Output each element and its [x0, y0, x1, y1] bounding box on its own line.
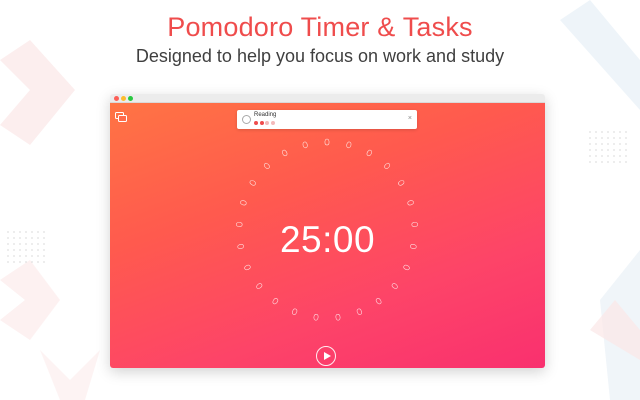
maximize-button[interactable]	[128, 95, 133, 101]
timer-tick	[244, 264, 251, 271]
timer-tick	[302, 141, 308, 149]
timer-tick	[256, 283, 263, 289]
timer-tick	[391, 283, 398, 289]
window-titlebar	[110, 94, 545, 103]
timer-tick	[398, 180, 405, 186]
timer-tick	[263, 162, 270, 169]
timer-tick	[335, 314, 341, 321]
timer-tick	[375, 298, 382, 305]
timer-tick	[292, 308, 298, 315]
play-button[interactable]	[316, 346, 336, 366]
timer-tick	[366, 149, 373, 157]
timer-tick	[407, 200, 414, 206]
promo-title: Pomodoro Timer & Tasks	[167, 12, 473, 42]
timer-tick	[249, 180, 256, 186]
minimize-button[interactable]	[121, 95, 126, 101]
timer-tick	[313, 314, 319, 321]
play-icon	[324, 352, 331, 360]
timer-tick	[356, 308, 362, 315]
promo-subtitle: Designed to help you focus on work and s…	[135, 46, 505, 66]
timer-tick	[384, 162, 391, 169]
timer-tick	[403, 264, 410, 271]
timer-tick	[240, 200, 247, 206]
timer-tick	[346, 141, 352, 149]
timer-tick	[272, 298, 279, 305]
timer-display: 25:00	[279, 219, 376, 260]
close-button[interactable]	[114, 95, 119, 101]
app-window: Reading × 25:00	[110, 94, 545, 368]
timer-tick	[281, 149, 288, 157]
timer-panel: Reading × 25:00	[110, 103, 545, 368]
timer-tick	[324, 138, 330, 146]
